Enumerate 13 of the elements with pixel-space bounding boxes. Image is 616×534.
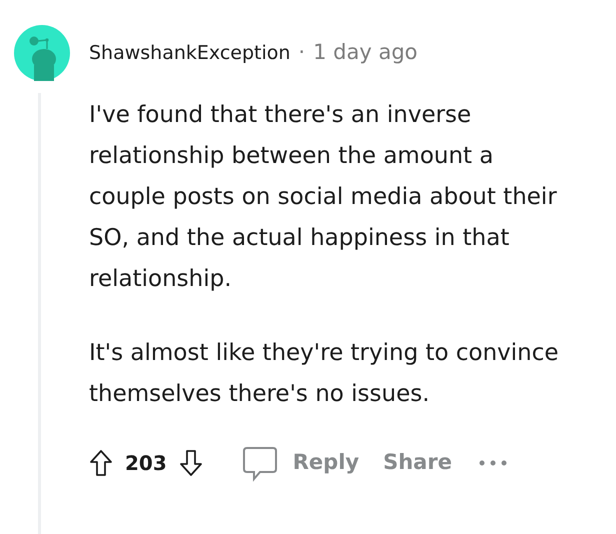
reply-button[interactable]: Reply bbox=[292, 447, 360, 479]
comment-paragraph: I've found that there's an inverse relationship between the amount a couple posts on social media about their SO, and the actual happiness in that relationship. bbox=[89, 101, 558, 294]
comment-paragraph: It's almost like they're trying to convince themselves there's no issues. bbox=[89, 339, 559, 409]
vote-count: 203 bbox=[125, 450, 167, 477]
separator-dot: · bbox=[298, 39, 306, 66]
upvote-icon[interactable] bbox=[89, 449, 113, 477]
more-options-icon[interactable] bbox=[478, 459, 508, 467]
avatar-icon bbox=[14, 25, 70, 81]
timestamp: 1 day ago bbox=[313, 39, 418, 66]
comment-icon[interactable] bbox=[240, 444, 279, 482]
share-button[interactable]: Share bbox=[383, 447, 452, 479]
username[interactable]: ShawshankException bbox=[89, 38, 290, 68]
downvote-icon[interactable] bbox=[178, 449, 203, 477]
